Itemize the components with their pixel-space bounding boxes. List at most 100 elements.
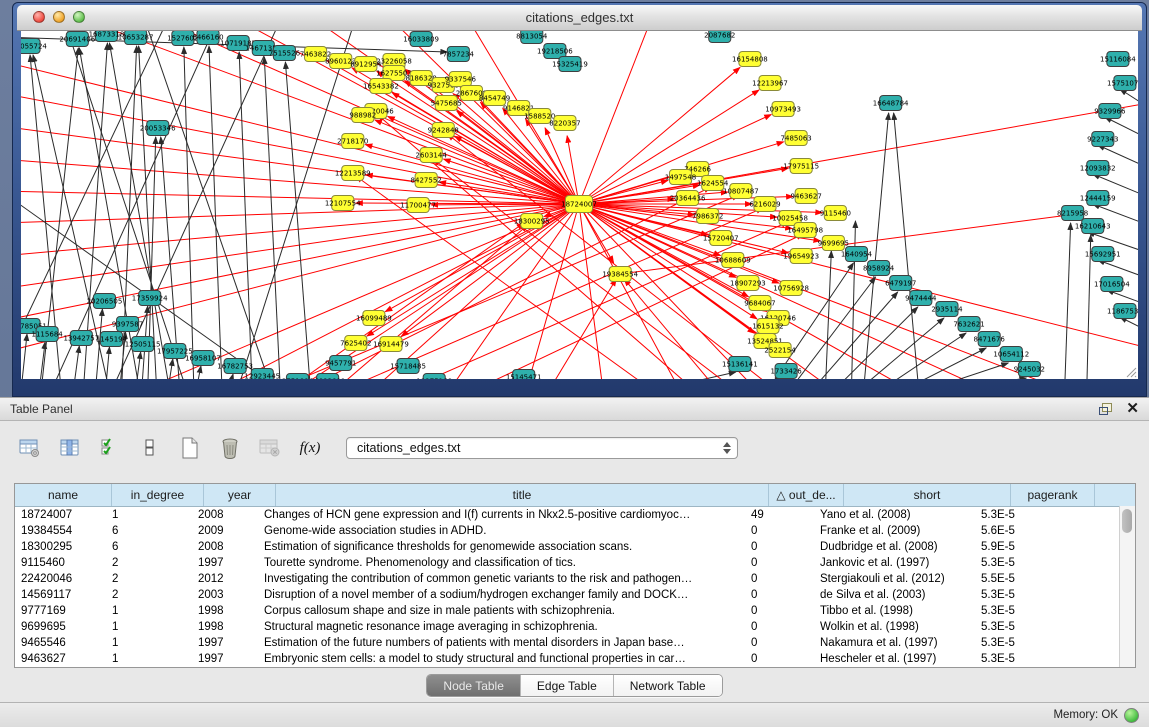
cell-title: Tourette syndrome. Phenomenology and cla…: [258, 555, 745, 571]
svg-text:18724007: 18724007: [561, 199, 597, 208]
minimize-window-icon[interactable]: [53, 11, 65, 23]
column-header-title[interactable]: title: [276, 484, 769, 506]
cell-short: Dudbridge et al. (2008): [814, 539, 975, 555]
svg-text:7857234: 7857234: [443, 49, 475, 58]
table-row[interactable]: 2242004622012Investigating the contribut…: [15, 571, 1135, 587]
cell-name: 9777169: [15, 603, 106, 619]
svg-text:12505115: 12505115: [125, 339, 161, 348]
cell-short: Wolkin et al. (1998): [814, 619, 975, 635]
delete-table-icon: [258, 436, 282, 460]
cell-pagerank: 5.3E-5: [975, 603, 1053, 619]
zoom-window-icon[interactable]: [73, 11, 85, 23]
cell-outde: 0: [745, 603, 814, 619]
column-visibility-icon[interactable]: [58, 436, 82, 460]
svg-text:8427552: 8427552: [411, 175, 442, 184]
table-settings-icon[interactable]: [18, 436, 42, 460]
close-panel-icon[interactable]: ✕: [1126, 403, 1139, 415]
cell-year: 1997: [192, 635, 258, 651]
cell-year: 2008: [192, 539, 258, 555]
new-table-icon[interactable]: [178, 436, 202, 460]
column-header-name[interactable]: name: [15, 484, 112, 506]
row-selection-icon[interactable]: [98, 436, 122, 460]
svg-text:12213967: 12213967: [752, 78, 788, 87]
cell-title: Estimation of the future numbers of pati…: [258, 635, 745, 651]
svg-text:1145194: 1145194: [96, 334, 128, 343]
cell-year: 1997: [192, 651, 258, 667]
svg-text:20364436: 20364436: [670, 193, 706, 202]
scrollbar-thumb[interactable]: [1122, 509, 1132, 533]
merge-cells-icon[interactable]: [138, 436, 162, 460]
tab-network-table[interactable]: Network Table: [614, 675, 722, 696]
column-header-pagerank[interactable]: pagerank: [1011, 484, 1095, 506]
table-panel: Table Panel ✕: [0, 397, 1149, 727]
column-header-indegree[interactable]: in_degree: [112, 484, 204, 506]
svg-text:9227343: 9227343: [1087, 134, 1118, 143]
table-panel-title: Table Panel: [10, 402, 1099, 416]
network-canvas[interactable]: 2405572420691406168733181065328715276026…: [21, 31, 1138, 379]
cell-name: 9463627: [15, 651, 106, 667]
cell-short: Tibbo et al. (1998): [814, 603, 975, 619]
svg-text:2522154: 2522154: [764, 345, 796, 354]
svg-text:1624554: 1624554: [697, 178, 729, 187]
cell-title: Investigating the contribution of common…: [258, 571, 745, 587]
float-window-icon[interactable]: [1099, 403, 1112, 415]
svg-text:16782753: 16782753: [217, 361, 253, 370]
column-header-year[interactable]: year: [204, 484, 276, 506]
cell-outde: 0: [745, 587, 814, 603]
svg-text:9699695: 9699695: [818, 238, 849, 247]
svg-text:24055724: 24055724: [21, 41, 47, 50]
svg-text:10653287: 10653287: [118, 32, 154, 41]
function-builder-icon[interactable]: f(x): [298, 436, 322, 460]
svg-text:6466160: 6466160: [192, 32, 223, 41]
svg-text:1615132: 1615132: [752, 321, 783, 330]
svg-text:18300295: 18300295: [514, 216, 550, 225]
cell-short: de Silva et al. (2003): [814, 587, 975, 603]
vertical-scrollbar[interactable]: [1119, 506, 1135, 667]
svg-text:8471676: 8471676: [974, 334, 1006, 343]
table-row[interactable]: 911546021997Tourette syndrome. Phenomeno…: [15, 555, 1135, 571]
cell-outde: 0: [745, 523, 814, 539]
table-selector-dropdown[interactable]: citations_edges.txt: [346, 437, 738, 459]
tab-edge-table[interactable]: Edge Table: [521, 675, 614, 696]
table-row[interactable]: 946362711997Embryonic stem cells: a mode…: [15, 651, 1135, 667]
cell-short: Franke et al. (2009): [814, 523, 975, 539]
table-body: 1872400712008Changes of HCN gene express…: [15, 507, 1135, 667]
table-row[interactable]: 1830029562008Estimation of significance …: [15, 539, 1135, 555]
svg-text:1640954: 1640954: [841, 249, 873, 258]
table-row[interactable]: 1872400712008Changes of HCN gene express…: [15, 507, 1135, 523]
svg-text:15720407: 15720407: [703, 233, 739, 242]
tab-node-table[interactable]: Node Table: [427, 675, 521, 696]
memory-status-label: Memory: OK: [1053, 709, 1118, 721]
memory-ok-icon[interactable]: [1124, 708, 1139, 723]
cell-outde: 49: [745, 507, 814, 523]
svg-text:15116084: 15116084: [1100, 54, 1136, 63]
table-row[interactable]: 946554611997Estimation of the future num…: [15, 635, 1135, 651]
svg-text:15751074: 15751074: [1107, 78, 1138, 87]
cell-indegree: 2: [106, 571, 192, 587]
svg-text:17975115: 17975115: [783, 161, 819, 170]
network-window: citations_edges.txt 24055724206914061687…: [12, 2, 1147, 397]
svg-text:11867533: 11867533: [1107, 306, 1138, 315]
node-table: namein_degreeyeartitle△ out_de...shortpa…: [14, 483, 1136, 668]
table-row[interactable]: 977716911998Corpus callosum shape and si…: [15, 603, 1135, 619]
cell-name: 18300295: [15, 539, 106, 555]
svg-text:13942757: 13942757: [63, 333, 99, 342]
svg-text:9463627: 9463627: [791, 191, 822, 200]
table-row[interactable]: 1456911722003Disruption of a novel membe…: [15, 587, 1135, 603]
svg-text:9397587: 9397587: [112, 319, 143, 328]
table-row[interactable]: 1938455462009Genome-wide association stu…: [15, 523, 1135, 539]
cell-outde: 0: [745, 635, 814, 651]
close-window-icon[interactable]: [33, 11, 45, 23]
svg-text:10654112: 10654112: [993, 349, 1029, 358]
column-header-outde[interactable]: △ out_de...: [769, 484, 844, 506]
resize-grip-icon[interactable]: [1123, 364, 1137, 378]
table-panel-header: Table Panel ✕: [0, 397, 1149, 421]
svg-text:7485063: 7485063: [781, 133, 812, 142]
svg-text:15136141: 15136141: [722, 359, 758, 368]
network-window-titlebar[interactable]: citations_edges.txt: [17, 5, 1142, 31]
cell-year: 2003: [192, 587, 258, 603]
column-header-short[interactable]: short: [844, 484, 1011, 506]
delete-attribute-icon[interactable]: [218, 436, 242, 460]
svg-text:16958107: 16958107: [185, 353, 221, 362]
table-row[interactable]: 969969511998Structural magnetic resonanc…: [15, 619, 1135, 635]
